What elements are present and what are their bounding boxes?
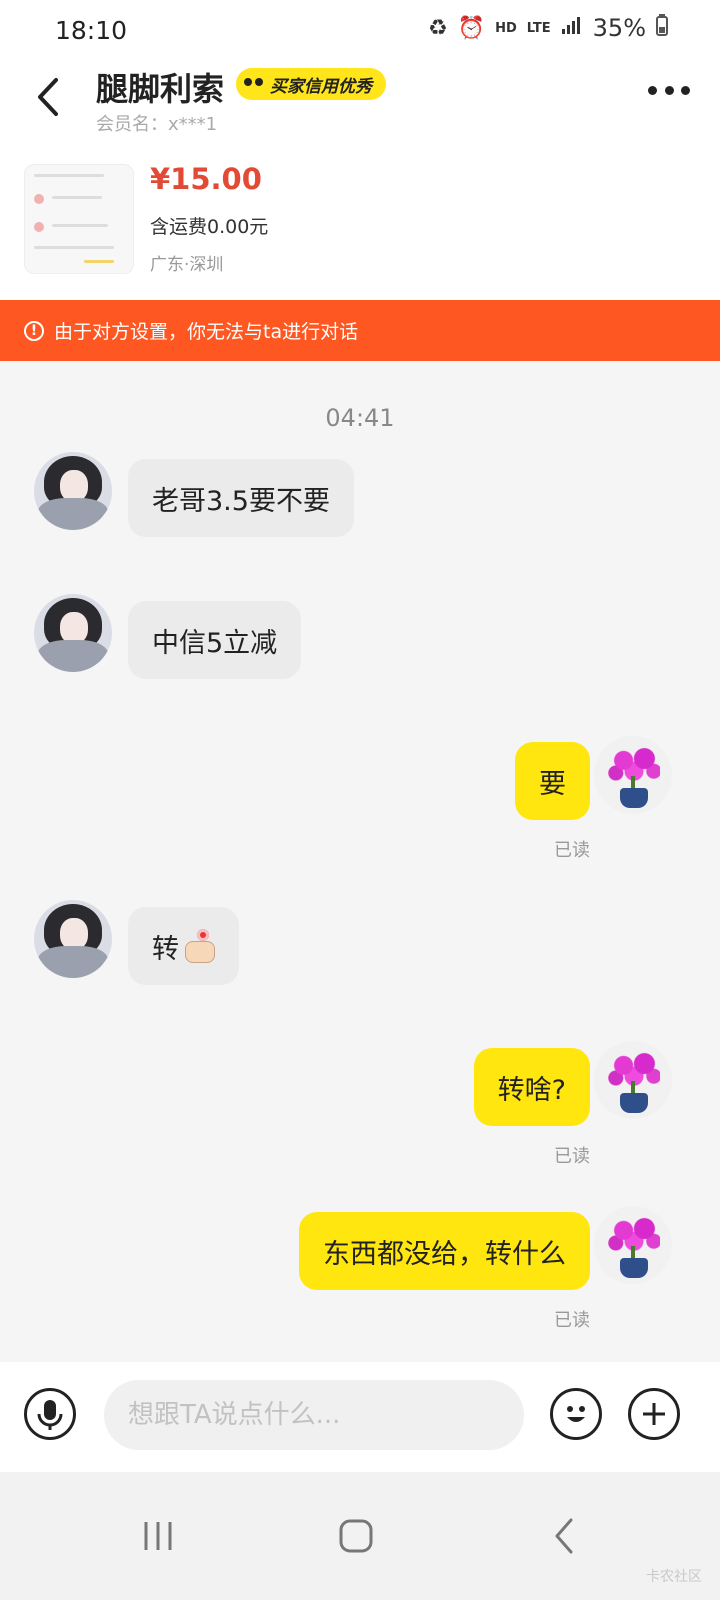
back-arrow-icon[interactable] bbox=[30, 70, 70, 120]
read-receipt: 已读 bbox=[554, 840, 590, 861]
signal-icon bbox=[561, 15, 583, 41]
badge-eyes-icon bbox=[244, 76, 264, 92]
my-avatar[interactable] bbox=[594, 736, 672, 814]
home-icon[interactable] bbox=[326, 1508, 386, 1564]
read-receipt: 已读 bbox=[554, 1310, 590, 1331]
message-text: 转 bbox=[152, 933, 179, 965]
product-price: ¥15.00 bbox=[150, 162, 262, 196]
status-bar: 18:10 ♻ ⏰ HD LTE 35% bbox=[0, 0, 720, 62]
more-dots-icon[interactable] bbox=[648, 86, 690, 98]
contact-avatar[interactable] bbox=[34, 900, 112, 978]
message-bubble-incoming[interactable]: 转 bbox=[128, 907, 239, 985]
blocked-warning-banner: ! 由于对方设置，你无法与ta进行对话 bbox=[0, 300, 720, 361]
shipping-info: 含运费0.00元 bbox=[150, 216, 269, 238]
flower-hand-emoji-icon bbox=[183, 929, 215, 963]
hd-indicator: HD bbox=[495, 20, 517, 36]
contact-avatar[interactable] bbox=[34, 452, 112, 530]
product-card[interactable]: ¥15.00 含运费0.00元 广东·深圳 bbox=[0, 150, 720, 300]
credit-badge[interactable]: 买家信用优秀 bbox=[236, 68, 386, 100]
message-input-bar bbox=[0, 1362, 720, 1472]
read-receipt: 已读 bbox=[554, 1146, 590, 1167]
status-icons: ♻ ⏰ HD LTE 35% bbox=[428, 14, 668, 42]
lte-indicator: LTE bbox=[526, 20, 551, 36]
message-bubble-outgoing[interactable]: 转啥? bbox=[473, 1048, 590, 1126]
battery-percent: 35% bbox=[592, 14, 646, 42]
status-time: 18:10 bbox=[55, 16, 128, 45]
my-avatar[interactable] bbox=[594, 1041, 672, 1119]
system-navigation-bar: 卡农社区 bbox=[0, 1472, 720, 1600]
chat-timestamp: 04:41 bbox=[325, 404, 395, 432]
battery-icon bbox=[656, 14, 668, 42]
microphone-icon[interactable] bbox=[24, 1388, 76, 1440]
message-bubble-outgoing[interactable]: 要 bbox=[515, 742, 590, 820]
message-input[interactable] bbox=[104, 1380, 524, 1450]
alarm-icon: ⏰ bbox=[457, 15, 486, 41]
watermark: 卡农社区 bbox=[646, 1569, 702, 1585]
message-bubble-incoming[interactable]: 中信5立减 bbox=[128, 601, 302, 679]
plus-icon[interactable] bbox=[628, 1388, 680, 1440]
chat-header: 腿脚利索 买家信用优秀 会员名：x***1 bbox=[0, 62, 720, 150]
nav-back-icon[interactable] bbox=[534, 1508, 594, 1564]
member-name: 会员名：x***1 bbox=[96, 114, 218, 135]
alert-circle-icon: ! bbox=[24, 320, 44, 341]
warning-text: 由于对方设置，你无法与ta进行对话 bbox=[54, 321, 359, 343]
recent-apps-icon[interactable] bbox=[128, 1508, 188, 1564]
product-location: 广东·深圳 bbox=[150, 255, 224, 275]
smiley-icon[interactable] bbox=[550, 1388, 602, 1440]
message-bubble-incoming[interactable]: 老哥3.5要不要 bbox=[128, 459, 354, 537]
contact-name: 腿脚利索 bbox=[96, 70, 225, 108]
my-avatar[interactable] bbox=[594, 1206, 672, 1284]
contact-avatar[interactable] bbox=[34, 594, 112, 672]
message-bubble-outgoing[interactable]: 东西都没给，转什么 bbox=[299, 1212, 590, 1290]
product-thumbnail[interactable] bbox=[24, 164, 134, 274]
credit-badge-label: 买家信用优秀 bbox=[270, 76, 372, 97]
recycle-icon: ♻ bbox=[427, 15, 448, 41]
